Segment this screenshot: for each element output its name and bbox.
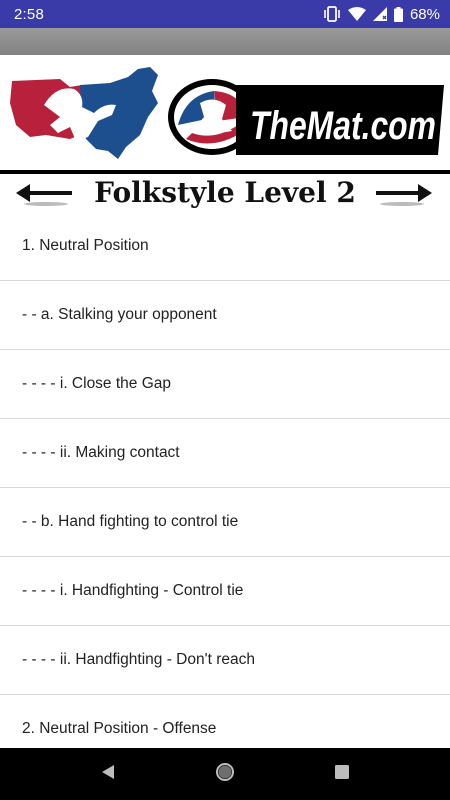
usa-wrestling-map-logo bbox=[10, 67, 158, 159]
banner-logos: TheMat.com bbox=[10, 67, 444, 159]
themat-logo: TheMat.com bbox=[168, 79, 444, 155]
recents-button[interactable] bbox=[322, 754, 362, 794]
battery-percent: 68% bbox=[409, 5, 440, 23]
recents-icon bbox=[334, 764, 350, 785]
list-item-label: - - a. Stalking your opponent bbox=[22, 306, 217, 323]
banner: TheMat.com bbox=[0, 55, 450, 171]
list-item-stalking-opponent[interactable]: - - a. Stalking your opponent bbox=[0, 281, 450, 350]
home-icon bbox=[215, 762, 235, 787]
status-time: 2:58 bbox=[14, 5, 44, 23]
list-item-making-contact[interactable]: - - - - ii. Making contact bbox=[0, 419, 450, 488]
list-item-label: - - b. Hand fighting to control tie bbox=[22, 513, 239, 530]
list-item-label: - - - - i. Handfighting - Control tie bbox=[22, 582, 244, 599]
back-button[interactable] bbox=[88, 754, 128, 794]
list-item-label: 1. Neutral Position bbox=[22, 237, 149, 254]
next-level-button[interactable] bbox=[374, 180, 434, 206]
list-item-label: - - - - ii. Handfighting - Don't reach bbox=[22, 651, 255, 668]
themat-logo-text: TheMat.com bbox=[250, 104, 436, 148]
list-item-neutral-offense[interactable]: 2. Neutral Position - Offense bbox=[0, 695, 450, 748]
vibrate-icon bbox=[323, 6, 341, 22]
system-nav-bar bbox=[0, 748, 450, 800]
battery-icon bbox=[393, 6, 403, 22]
list-item-label: - - - - i. Close the Gap bbox=[22, 375, 172, 392]
signal-icon bbox=[372, 7, 387, 21]
home-button[interactable] bbox=[205, 754, 245, 794]
status-icons: 68% bbox=[323, 6, 440, 23]
list-item-hand-fighting[interactable]: - - b. Hand fighting to control tie bbox=[0, 488, 450, 557]
title-row: Folkstyle Level 2 bbox=[0, 174, 450, 216]
status-bar: 2:58 68% bbox=[0, 0, 450, 28]
back-icon bbox=[99, 763, 117, 786]
outline-list: 1. Neutral Position - - a. Stalking your… bbox=[0, 212, 450, 748]
list-item-neutral-position[interactable]: 1. Neutral Position bbox=[0, 212, 450, 281]
arrow-right-icon bbox=[374, 184, 434, 210]
wifi-icon bbox=[347, 7, 366, 21]
list-item-label: 2. Neutral Position - Offense bbox=[22, 720, 217, 737]
list-item-label: - - - - ii. Making contact bbox=[22, 444, 180, 461]
list-item-close-gap[interactable]: - - - - i. Close the Gap bbox=[0, 350, 450, 419]
list-item-control-tie[interactable]: - - - - i. Handfighting - Control tie bbox=[0, 557, 450, 626]
list-item-dont-reach[interactable]: - - - - ii. Handfighting - Don't reach bbox=[0, 626, 450, 695]
app-toolbar bbox=[0, 28, 450, 55]
